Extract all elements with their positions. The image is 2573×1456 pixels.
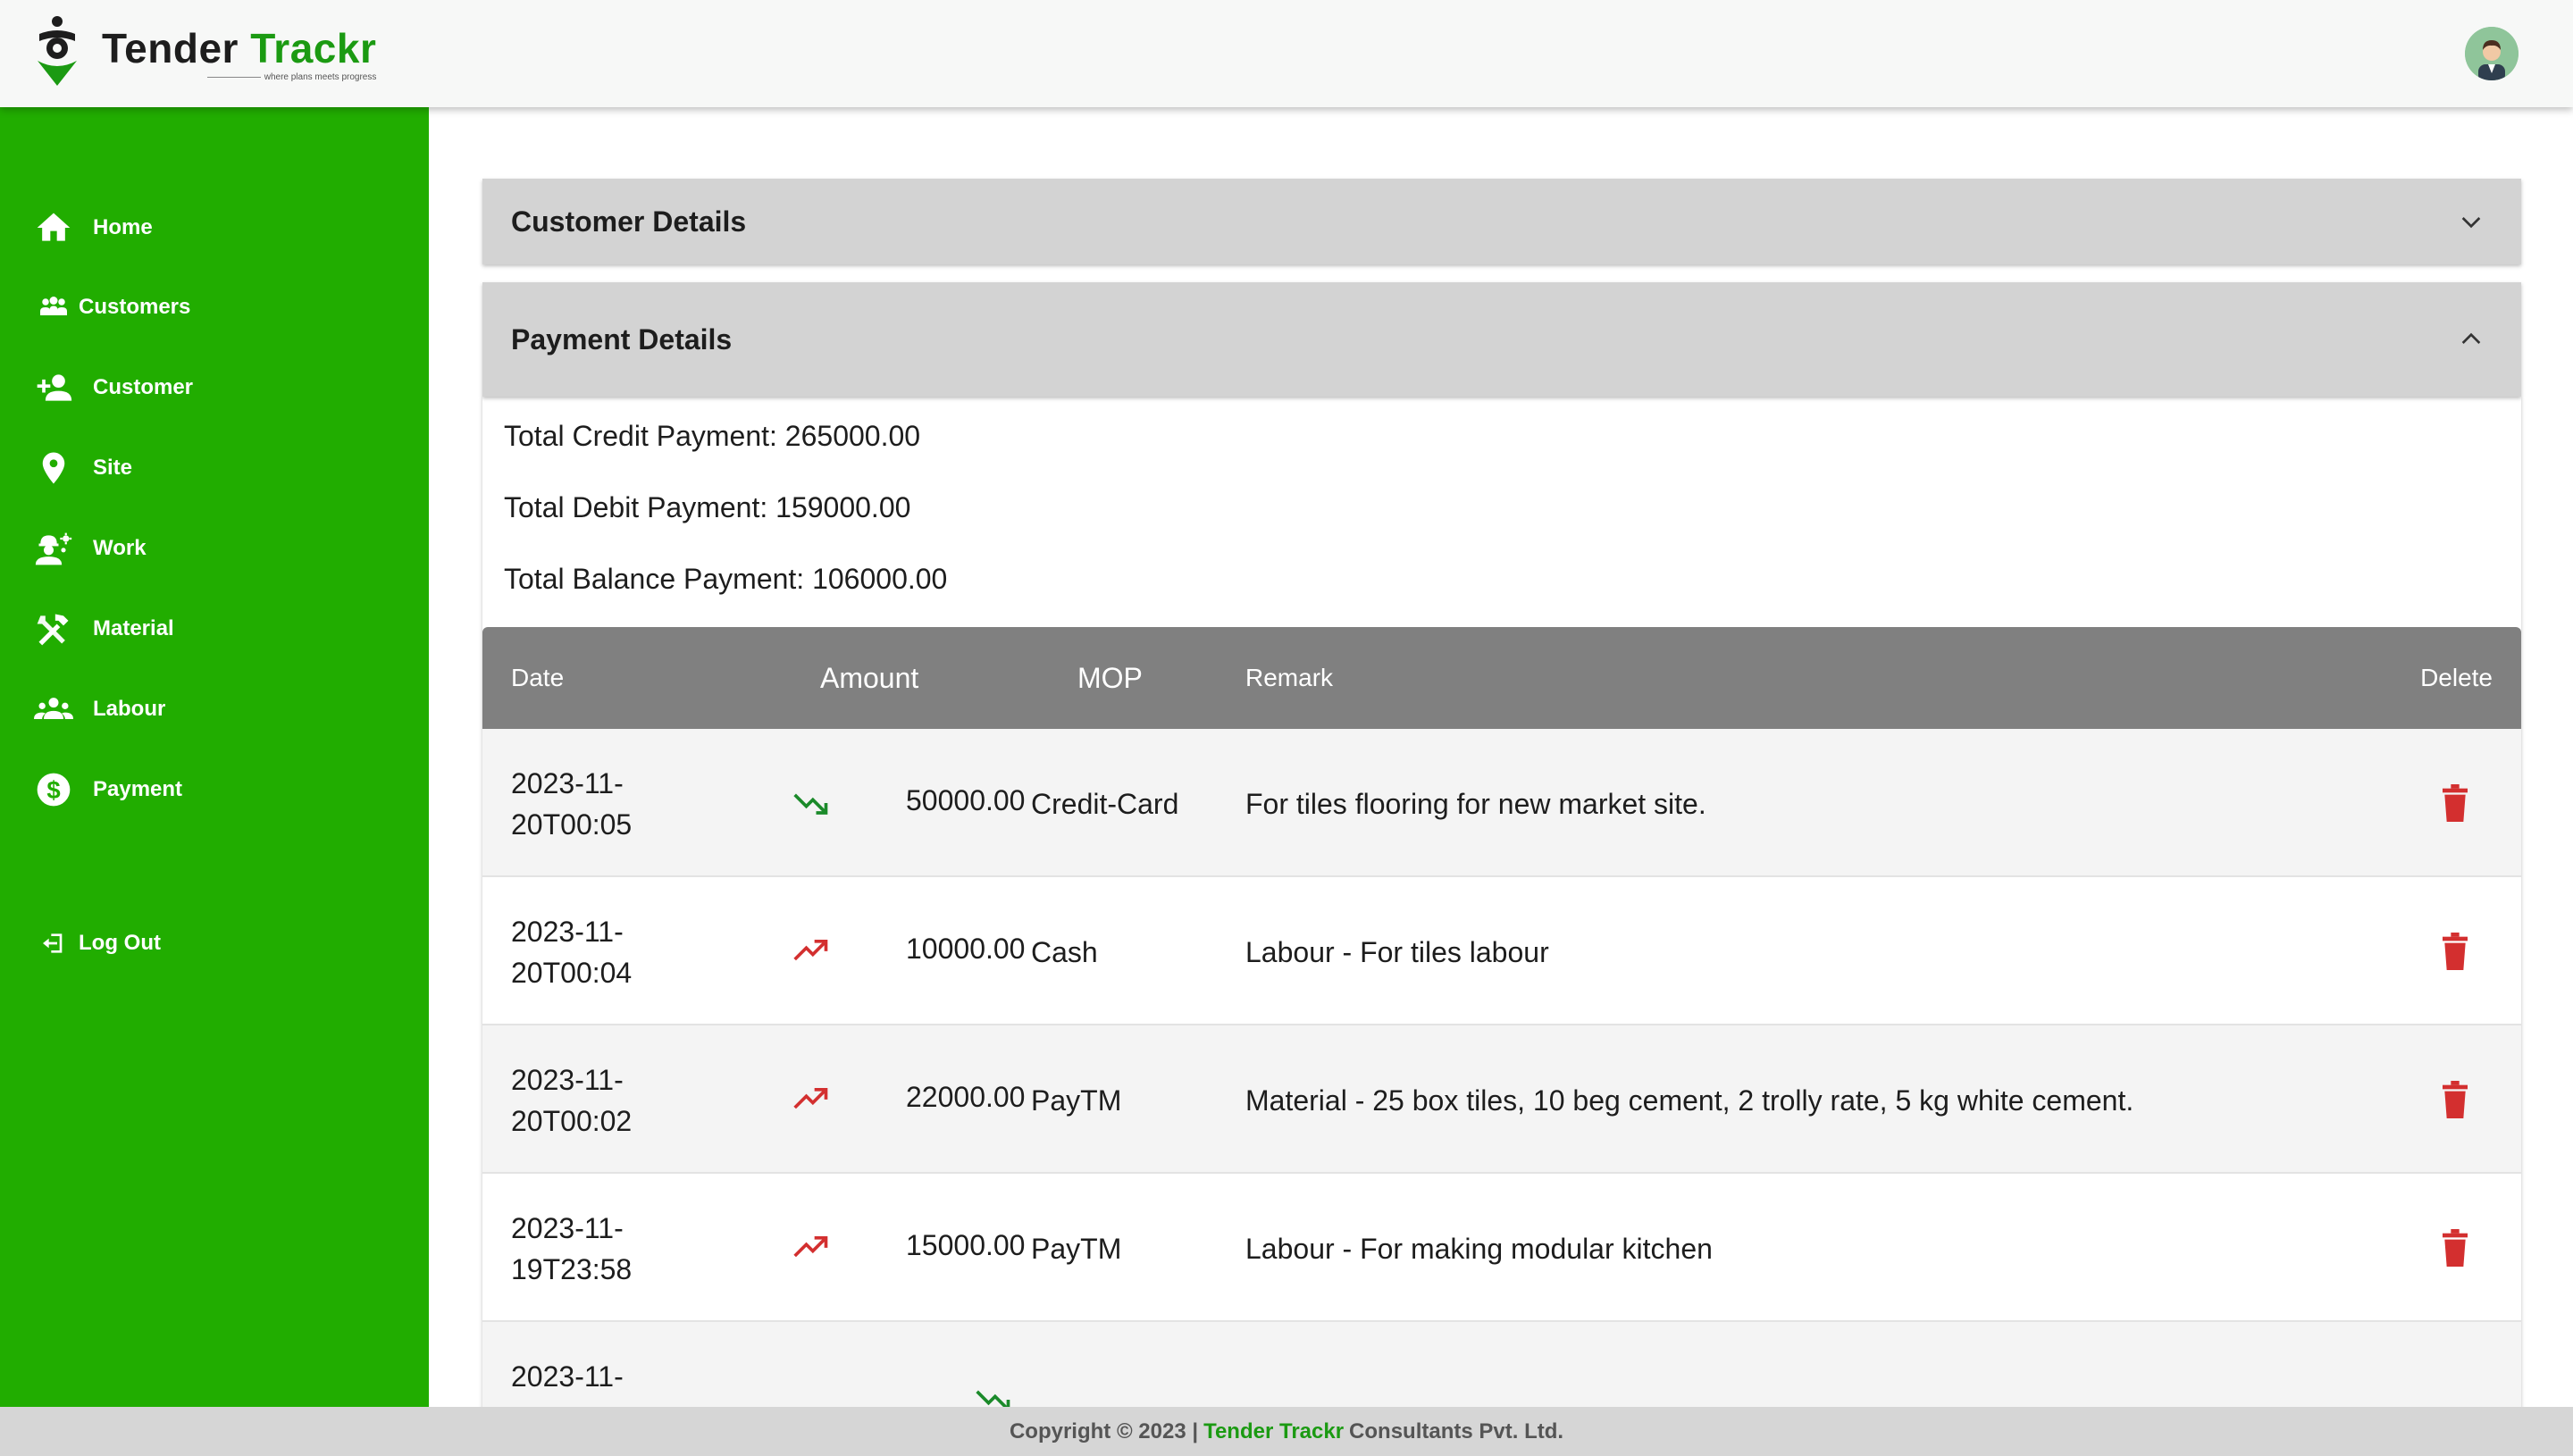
sidebar-item-labour[interactable]: Labour bbox=[32, 682, 165, 736]
chevron-up-icon bbox=[2461, 332, 2481, 344]
row-date-line2: 20T00:02 bbox=[511, 1105, 633, 1137]
footer-brand: Tender Trackr bbox=[1203, 1418, 1345, 1443]
column-header-remark[interactable]: Remark bbox=[1245, 627, 1333, 729]
sidebar-item-label: Log Out bbox=[79, 931, 161, 955]
trending-up-icon bbox=[793, 1088, 828, 1109]
user-avatar-icon[interactable] bbox=[2465, 27, 2519, 80]
sidebar: Home Customers Customer Site Work Materi… bbox=[0, 107, 429, 1407]
footer-copyright: Copyright © 2023 | bbox=[1009, 1418, 1199, 1443]
row-date-line1: 2023-11- bbox=[511, 916, 624, 948]
sidebar-item-label: Material bbox=[93, 616, 174, 640]
total-balance-payment: Total Balance Payment: 106000.00 bbox=[504, 563, 948, 595]
row-amount: 50000.00 bbox=[906, 784, 1026, 816]
logo-title-accent: Trackr bbox=[250, 25, 377, 71]
row-date-line2: 19T23:58 bbox=[511, 1253, 633, 1285]
sidebar-item-work[interactable]: Work bbox=[32, 522, 147, 575]
sidebar-item-label: Customer bbox=[93, 375, 194, 399]
sidebar-item-label: Customers bbox=[79, 295, 191, 319]
sidebar-item-material[interactable]: Material bbox=[32, 602, 174, 656]
row-amount: 22000.00 bbox=[906, 1081, 1026, 1113]
row-date-line1: 2023-11- bbox=[511, 1360, 624, 1393]
logout-icon bbox=[32, 922, 75, 965]
delete-icon[interactable] bbox=[2439, 1081, 2471, 1118]
engineer-icon bbox=[32, 527, 75, 570]
column-header-amount[interactable]: Amount bbox=[820, 627, 918, 729]
svg-text:$: $ bbox=[46, 776, 60, 804]
group-icon bbox=[32, 286, 75, 329]
row-remark: Labour - For tiles labour bbox=[1245, 936, 1549, 968]
row-remark: Labour - For making modular kitchen bbox=[1245, 1233, 1713, 1265]
main-content: Customer Details Payment Details Total C… bbox=[429, 107, 2573, 1407]
top-header: Tender Trackr where plans meets progress bbox=[0, 0, 2573, 107]
person-add-icon bbox=[32, 366, 75, 409]
logo-title-main: Tender bbox=[102, 25, 251, 71]
row-date: 2023-11- 20T00:02 bbox=[511, 1059, 672, 1142]
customer-details-header[interactable]: Customer Details bbox=[482, 179, 2521, 264]
sidebar-item-label: Home bbox=[93, 215, 153, 239]
sidebar-item-payment[interactable]: $ Payment bbox=[32, 763, 182, 816]
table-row: 2023-11- 19T23:58 15000.00 PayTM Labour … bbox=[482, 1174, 2521, 1322]
dollar-icon: $ bbox=[32, 768, 75, 811]
location-pin-icon bbox=[32, 447, 75, 490]
sidebar-item-site[interactable]: Site bbox=[32, 441, 132, 495]
trending-up-icon bbox=[793, 1236, 828, 1258]
row-date-line1: 2023-11- bbox=[511, 1064, 624, 1096]
customer-details-title: Customer Details bbox=[511, 205, 747, 238]
row-date: 2023-11- bbox=[511, 1356, 672, 1397]
footer-company: Consultants Pvt. Ltd. bbox=[1349, 1418, 1564, 1443]
app-logo[interactable]: Tender Trackr where plans meets progress bbox=[34, 16, 376, 88]
row-date-line2: 20T00:04 bbox=[511, 957, 633, 989]
delete-icon[interactable] bbox=[2439, 933, 2471, 970]
row-amount: 15000.00 bbox=[906, 1229, 1026, 1261]
column-header-mop[interactable]: MOP bbox=[1077, 627, 1143, 729]
table-row: 2023-11- 20T00:04 10000.00 Cash Labour -… bbox=[482, 877, 2521, 1025]
footer: Copyright © 2023 | Tender Trackr Consult… bbox=[0, 1407, 2573, 1456]
row-date: 2023-11- 20T00:04 bbox=[511, 911, 672, 993]
row-mop: PayTM bbox=[1031, 1084, 1122, 1117]
row-date-line1: 2023-11- bbox=[511, 767, 624, 799]
row-date-line1: 2023-11- bbox=[511, 1212, 624, 1244]
row-date: 2023-11- 20T00:05 bbox=[511, 763, 672, 845]
tools-icon bbox=[32, 607, 75, 650]
trending-down-icon bbox=[976, 1390, 1010, 1407]
sidebar-item-home[interactable]: Home bbox=[32, 201, 153, 255]
logo-title: Tender Trackr bbox=[102, 24, 376, 72]
payment-table-header: Date Amount MOP Remark Delete bbox=[482, 627, 2521, 729]
row-date: 2023-11- 19T23:58 bbox=[511, 1208, 672, 1290]
table-row: 2023-11- 20T00:05 50000.00 Credit-Card F… bbox=[482, 729, 2521, 877]
sidebar-item-logout[interactable]: Log Out bbox=[32, 916, 161, 970]
delete-icon[interactable] bbox=[2439, 1229, 2471, 1267]
sidebar-item-customers[interactable]: Customers bbox=[32, 280, 190, 334]
sidebar-item-label: Work bbox=[93, 536, 147, 560]
home-icon bbox=[32, 206, 75, 249]
row-mop: PayTM bbox=[1031, 1233, 1122, 1265]
payment-details-title: Payment Details bbox=[511, 322, 733, 356]
payment-details-header[interactable]: Payment Details bbox=[482, 282, 2521, 397]
sidebar-item-label: Payment bbox=[93, 777, 183, 801]
row-amount: 10000.00 bbox=[906, 933, 1026, 965]
table-row: 2023-11- 20T00:02 22000.00 PayTM Materia… bbox=[482, 1025, 2521, 1174]
chevron-down-icon bbox=[2461, 217, 2481, 229]
sidebar-item-customer[interactable]: Customer bbox=[32, 361, 193, 414]
groups-icon bbox=[32, 688, 75, 731]
table-row: 2023-11- bbox=[482, 1322, 2521, 1407]
sidebar-item-label: Labour bbox=[93, 697, 166, 721]
logo-tagline: where plans meets progress bbox=[207, 72, 377, 82]
delete-icon[interactable] bbox=[2439, 784, 2471, 822]
row-remark: Material - 25 box tiles, 10 beg cement, … bbox=[1245, 1084, 2134, 1117]
column-header-delete: Delete bbox=[2420, 664, 2493, 691]
row-mop: Cash bbox=[1031, 936, 1098, 968]
sidebar-item-label: Site bbox=[93, 456, 133, 480]
logo-pin-icon bbox=[38, 16, 77, 86]
row-date-line2: 20T00:05 bbox=[511, 808, 633, 841]
row-mop: Credit-Card bbox=[1031, 788, 1179, 820]
total-credit-payment: Total Credit Payment: 265000.00 bbox=[504, 420, 921, 452]
column-header-date[interactable]: Date bbox=[511, 627, 564, 729]
trending-up-icon bbox=[793, 940, 828, 961]
trending-down-icon bbox=[793, 793, 828, 815]
total-debit-payment: Total Debit Payment: 159000.00 bbox=[504, 491, 911, 523]
row-remark: For tiles flooring for new market site. bbox=[1245, 788, 1706, 820]
